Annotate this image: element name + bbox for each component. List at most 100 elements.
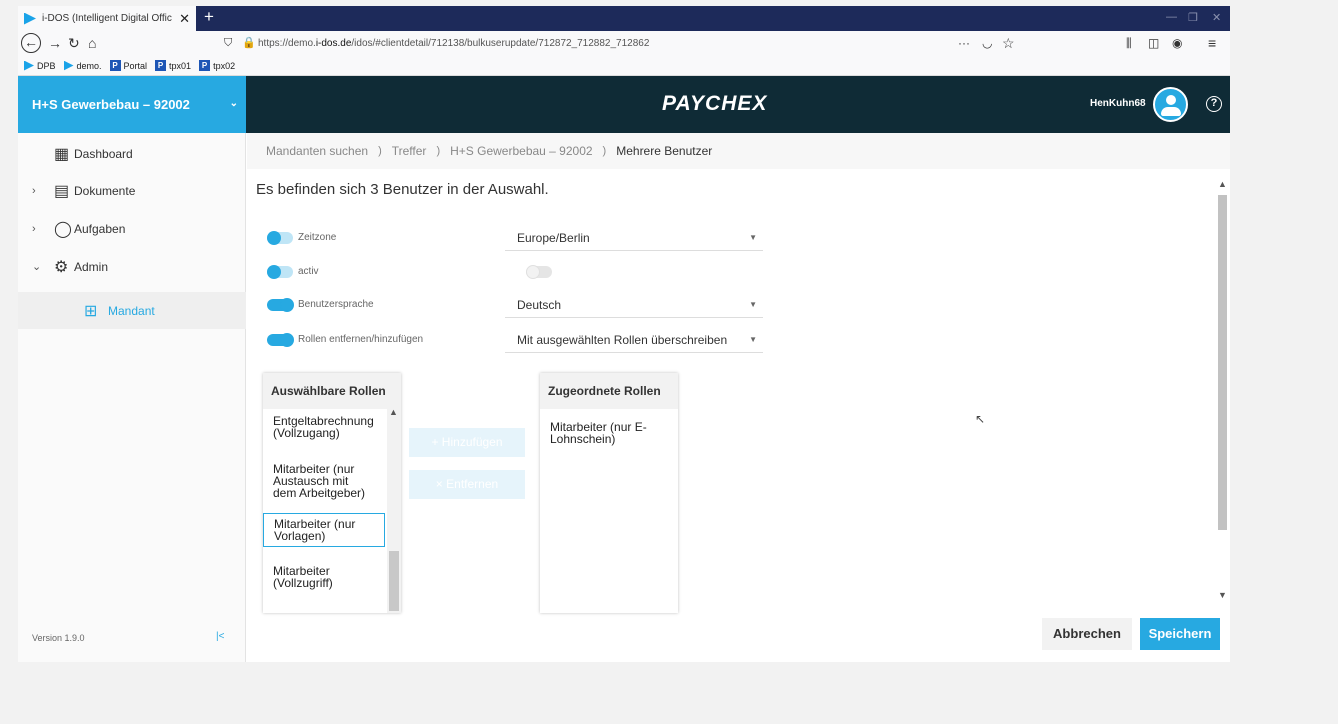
dashboard-icon: ▦ [54, 145, 70, 163]
reload-icon[interactable]: ↻ [68, 35, 80, 51]
sidebar-item-dashboard[interactable]: ▦ Dashboard [18, 135, 246, 172]
setting-row-rollen: Rollen entfernen/hinzufügen Mit ausgewäh… [267, 331, 763, 353]
username[interactable]: HenKuhn68 [1090, 98, 1146, 109]
page-actions-icon[interactable]: ··· [958, 35, 970, 51]
page-title: Es befinden sich 3 Benutzer in der Auswa… [256, 181, 549, 198]
list-scrollbar[interactable]: ▲ [387, 407, 401, 613]
paychex-bookmark-icon: P [199, 60, 211, 71]
shield-icon[interactable]: ⛉ [224, 35, 232, 51]
breadcrumb-item[interactable]: Mandanten suchen [266, 144, 368, 158]
chevron-right-icon: › [32, 184, 36, 197]
bookmark-label: tpx02 [213, 60, 236, 71]
library-icon[interactable]: ⫼ [1126, 35, 1132, 51]
tab-close-icon[interactable]: ✕ [179, 11, 190, 27]
url-bar[interactable]: https://demo.i-dos.de/idos/#clientdetail… [258, 38, 649, 49]
collapse-sidebar-icon[interactable]: |< [216, 631, 224, 642]
assigned-roles-list: Zugeordnete Rollen Mitarbeiter (nur E-Lo… [540, 373, 678, 613]
chevron-down-icon: ⌄ [229, 98, 238, 109]
setting-row-zeitzone: Zeitzone Europe/Berlin ▼ [267, 229, 763, 251]
assigned-roles-header: Zugeordnete Rollen [540, 373, 678, 409]
bookmark-tpx01[interactable]: Ptpx01 [155, 60, 191, 71]
sidebar-icon[interactable]: ◫ [1148, 35, 1159, 51]
breadcrumb-item[interactable]: H+S Gewerbebau – 92002 [450, 144, 592, 158]
new-tab-button[interactable]: + [204, 7, 214, 27]
list-item[interactable]: Mitarbeiter (Vollzugriff) [263, 561, 385, 593]
bookmark-portal[interactable]: P Portal [109, 60, 148, 71]
url-path: /idos/#clientdetail/712138/bulkuserupdat… [351, 38, 650, 49]
home-icon[interactable]: ⌂ [88, 35, 96, 51]
paychex-logo: PAYCHEX [662, 92, 768, 115]
lock-icon: 🔒 [242, 37, 256, 49]
version-label: Version 1.9.0 [32, 633, 85, 643]
scroll-thumb[interactable] [389, 551, 399, 611]
sidebar-item-admin[interactable]: ⌄ ⚙ Admin [18, 248, 246, 285]
zeitzone-toggle[interactable] [267, 231, 293, 245]
url-prefix: https://demo. [258, 38, 316, 49]
scroll-down-icon[interactable]: ▼ [1218, 590, 1227, 600]
url-domain: i-dos.de [315, 38, 352, 49]
restore-icon[interactable]: ❐ [1188, 11, 1198, 24]
select-value: Deutsch [517, 298, 562, 312]
cancel-button[interactable]: Abbrechen [1042, 618, 1132, 650]
bookmark-dpb[interactable]: DPB [24, 60, 56, 71]
setting-label: activ [298, 266, 319, 277]
back-icon[interactable]: ← [21, 33, 41, 53]
sidebar-item-label: Dashboard [74, 146, 133, 161]
forward-icon[interactable]: → [48, 35, 62, 51]
account-icon[interactable]: ◉ [1172, 35, 1182, 51]
rollen-mode-select[interactable]: Mit ausgewählten Rollen überschreiben ▼ [505, 329, 763, 353]
save-button[interactable]: Speichern [1140, 618, 1220, 650]
scroll-up-icon[interactable]: ▲ [389, 407, 398, 417]
list-item-selected[interactable]: Mitarbeiter (nur Vorlagen) [263, 513, 385, 547]
dropdown-arrow-icon: ▼ [749, 300, 757, 309]
menu-icon[interactable]: ≡ [1208, 35, 1216, 51]
sidebar-item-label: Admin [74, 259, 109, 274]
idos-favicon-icon [24, 12, 36, 25]
sidebar-item-dokumente[interactable]: › ▤ Dokumente [18, 172, 246, 209]
help-icon[interactable]: ? [1206, 96, 1222, 112]
breadcrumb-separator: ) [378, 145, 382, 157]
scroll-up-icon[interactable]: ▲ [1218, 179, 1227, 189]
gear-icon: ⚙ [54, 258, 69, 276]
bookmarks-bar: DPB demo. P Portal Ptpx01 Ptpx02 [18, 56, 1230, 76]
pocket-icon[interactable]: ◡ [982, 35, 992, 51]
main-content: Mandanten suchen ) Treffer ) H+S Gewerbe… [247, 133, 1230, 662]
list-item[interactable]: Mitarbeiter (nur E-Lohnschein) [540, 417, 662, 449]
remove-role-button[interactable]: × Entfernen [409, 470, 525, 499]
sidebar-item-aufgaben[interactable]: › ◯ Aufgaben [18, 210, 246, 247]
bookmark-star-icon[interactable]: ☆ [1002, 35, 1015, 51]
add-role-button[interactable]: + Hinzufügen [409, 428, 525, 457]
paychex-bookmark-icon: P [155, 60, 167, 71]
bookmark-label: Portal [123, 60, 148, 71]
page-scrollbar[interactable]: ▲ ▼ [1215, 179, 1229, 604]
breadcrumb-current: Mehrere Benutzer [616, 144, 713, 158]
navigation-bar: ← → ↻ ⌂ ⛉ 🔒 https://demo.i-dos.de/idos/#… [18, 31, 1230, 56]
zeitzone-select[interactable]: Europe/Berlin ▼ [505, 227, 763, 251]
rollen-toggle[interactable] [267, 333, 294, 347]
client-selector[interactable]: H+S Gewerbebau – 92002 ⌄ [18, 76, 246, 133]
setting-label: Zeitzone [298, 232, 337, 243]
bookmark-label: DPB [37, 60, 56, 71]
sidebar-item-label: Aufgaben [74, 221, 126, 236]
bookmark-tpx02[interactable]: Ptpx02 [199, 60, 235, 71]
breadcrumb-item[interactable]: Treffer [392, 144, 427, 158]
browser-tab[interactable]: i-DOS (Intelligent Digital Offic ✕ [18, 6, 196, 31]
sidebar-item-mandant[interactable]: ⊞ Mandant [18, 292, 246, 329]
chevron-right-icon: › [32, 222, 36, 235]
benutzersprache-toggle[interactable] [267, 298, 294, 312]
breadcrumb: Mandanten suchen ) Treffer ) H+S Gewerbe… [247, 133, 1230, 169]
paychex-bookmark-icon: P [109, 60, 121, 71]
list-item[interactable]: Entgeltabrechnung (Vollzugang) [263, 411, 385, 443]
window-close-icon[interactable]: ✕ [1212, 11, 1221, 24]
activ-value-toggle[interactable] [526, 265, 552, 279]
bookmark-icon [63, 60, 74, 71]
available-roles-header: Auswählbare Rollen [263, 373, 401, 409]
breadcrumb-separator: ) [602, 145, 607, 157]
benutzersprache-select[interactable]: Deutsch ▼ [505, 294, 763, 318]
activ-toggle[interactable] [267, 265, 293, 279]
minimize-icon[interactable]: — [1166, 11, 1177, 23]
bookmark-demo[interactable]: demo. [63, 60, 102, 71]
avatar[interactable] [1153, 87, 1188, 122]
scroll-thumb[interactable] [1218, 195, 1227, 530]
list-item[interactable]: Mitarbeiter (nur Austausch mit dem Arbei… [263, 459, 385, 503]
